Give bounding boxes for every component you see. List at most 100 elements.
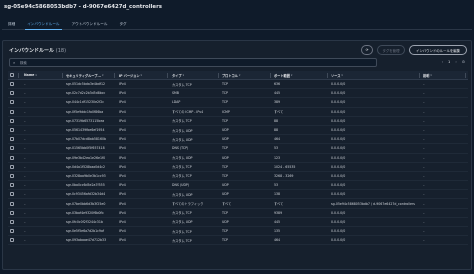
cell-rule-id[interactable]: sgr-02c7d2c2b3d5d8bcc: [66, 89, 116, 97]
tab-inbound-rules[interactable]: インバウンドルール: [25, 19, 62, 30]
table-row[interactable]: – sgr-0fc0c0f2f3244c31b IPv4 カスタム UDP UDP 445…: [8, 218, 468, 227]
cell-port-range: 53: [274, 146, 279, 151]
search-field[interactable]: ⌕: [9, 58, 377, 67]
cell-rule-id[interactable]: sgr-0f5e9ddc1fa0f86ba: [66, 108, 116, 116]
column-header-label: IP バージョン: [119, 73, 140, 78]
refresh-button[interactable]: ⟳: [361, 45, 373, 55]
page-number[interactable]: 1: [448, 60, 450, 64]
cell-type: カスタム UDP: [172, 192, 193, 197]
row-checkbox[interactable]: [10, 100, 14, 105]
cell-description: –: [423, 229, 425, 234]
column-header-label: 説明: [423, 73, 430, 78]
cell-protocol: TCP: [222, 118, 228, 123]
cell-rule-id[interactable]: sgr-0e5f5e6a7d2b1c9af: [66, 227, 116, 235]
refresh-icon: ⟳: [365, 48, 369, 52]
tab-outbound-rules[interactable]: アウトバウンドルール: [72, 19, 108, 29]
tab-details[interactable]: 詳細: [8, 19, 15, 29]
column-header-source[interactable]: ソース ▾: [331, 71, 421, 79]
cell-name: –: [24, 219, 26, 224]
edit-inbound-rules-button[interactable]: インバウンドのルールを編集: [409, 45, 467, 55]
select-all-checkbox[interactable]: [10, 73, 14, 77]
cell-type: LDAP: [172, 100, 181, 105]
column-header-type[interactable]: タイプ ▾: [172, 71, 220, 79]
row-checkbox[interactable]: [10, 238, 14, 243]
table-row[interactable]: – sgr-044c1df15230e2f2c IPv4 LDAP TCP 389 0.0.…: [8, 98, 468, 108]
column-header-rule-id[interactable]: セキュリティグループ... ▾: [66, 71, 116, 79]
row-checkbox[interactable]: [10, 137, 14, 142]
row-checkbox[interactable]: [10, 183, 14, 188]
cell-protocol: TCP: [222, 173, 228, 178]
table-row[interactable]: – sgr-0f5e9ddc1fa0f86ba IPv4 すべての ICMP - IP…: [8, 108, 468, 117]
cell-rule-id[interactable]: sgr-07319b6573115bea: [66, 117, 116, 125]
table-row[interactable]: – sgr-0e5f5e6a7d2b1c9af IPv4 カスタム TCP TCP 135…: [8, 227, 468, 237]
prev-page-icon[interactable]: ‹: [442, 60, 443, 64]
row-checkbox[interactable]: [10, 173, 14, 178]
search-input[interactable]: [20, 60, 360, 66]
row-checkbox[interactable]: [10, 146, 14, 151]
column-header-port-range[interactable]: ポート範囲 ▾: [274, 71, 329, 79]
cell-rule-id[interactable]: sgr-0fc0c0f2f3244c31b: [66, 218, 116, 226]
cell-rule-id[interactable]: sgr-044c1df15230e2f2c: [66, 98, 116, 106]
cell-rule-id[interactable]: sgr-01565bb0f5f657418: [66, 144, 116, 152]
cell-description: –: [423, 109, 425, 114]
manage-tags-button[interactable]: タグを管理: [377, 45, 405, 55]
table-row[interactable]: – sgr-051dc5bda3e4bdf12 IPv4 カスタム TCP TCP 636…: [8, 80, 468, 90]
cell-rule-id[interactable]: sgr-07be0bb6d3b3f25e0: [66, 199, 116, 207]
cell-source: 0.0.0.0/0: [331, 91, 346, 96]
row-checkbox[interactable]: [10, 82, 14, 87]
table-row[interactable]: – sgr-093abaae47d712b33 IPv4 カスタム TCP TCP 464…: [8, 236, 468, 246]
cell-rule-id[interactable]: sgr-093abaae47d712b33: [66, 236, 116, 244]
cell-type: すべての ICMP - IPv4: [172, 110, 204, 115]
row-checkbox[interactable]: [10, 192, 14, 197]
row-checkbox[interactable]: [10, 201, 14, 206]
table-row[interactable]: – sgr-0328aa9b0e3b1cc93 IPv4 カスタム TCP TCP 326…: [8, 172, 468, 182]
row-checkbox[interactable]: [10, 219, 14, 224]
cell-rule-id[interactable]: sgr-0328aa9b0e3b1cc93: [66, 172, 116, 180]
row-checkbox[interactable]: [10, 128, 14, 133]
table-row[interactable]: – sgr-0c93456afd32b34d4 IPv4 カスタム UDP UDP 138…: [8, 190, 468, 200]
cell-rule-id[interactable]: sgr-0ba0cc6d5e2a7f555: [66, 181, 116, 189]
tab-tags[interactable]: タグ: [119, 19, 126, 29]
cell-rule-id[interactable]: sgr-0d4a1f528baa0d4c2: [66, 163, 116, 171]
row-checkbox[interactable]: [10, 155, 14, 160]
cell-rule-id[interactable]: sgr-07b07dcd8ab58160b: [66, 135, 116, 143]
table-row[interactable]: – sgr-07319b6573115bea IPv4 カスタム TCP TCP 88 0.…: [8, 117, 468, 126]
cell-source: 0.0.0.0/0: [331, 128, 346, 133]
cell-rule-id[interactable]: sgr-051dc5bda3e4bdf12: [66, 80, 116, 88]
cell-rule-id[interactable]: sgr-09e3b42ea1e26e1f0: [66, 154, 116, 162]
column-header-name[interactable]: Name ▾: [24, 71, 64, 79]
cell-description: –: [423, 91, 425, 96]
cell-protocol: TCP: [222, 210, 228, 215]
table-row[interactable]: – sgr-07be0bb6d3b3f25e0 IPv4 すべてのトラフィック すべて す…: [8, 199, 468, 209]
table-row[interactable]: – sgr-0ba0cc6d5e2a7f555 IPv4 DNS (UDP) UDP 53…: [8, 181, 468, 191]
settings-gear-icon[interactable]: ⚙: [462, 60, 465, 64]
row-checkbox[interactable]: [10, 91, 14, 96]
cell-type: カスタム TCP: [172, 229, 192, 234]
rules-table: Name ▾ セキュリティグループ... ▾ IP バージョン ▾ タイプ ▾ プロトコル ▾ ポー…: [8, 71, 468, 246]
row-select-cell: [10, 218, 20, 226]
cell-protocol: TCP: [222, 146, 228, 151]
row-checkbox[interactable]: [10, 118, 14, 123]
row-select-cell: [10, 172, 20, 180]
table-row[interactable]: – sgr-02c7d2c2b3d5d8bcc IPv4 SMB TCP 445 0.0.0…: [8, 89, 468, 99]
table-row[interactable]: – sgr-01565bb0f5f657418 IPv4 DNS (TCP) TCP 53…: [8, 144, 468, 154]
column-header-description[interactable]: 説明 ▾: [423, 71, 467, 79]
row-checkbox[interactable]: [10, 229, 14, 234]
cell-rule-id[interactable]: sgr-0c93456afd32b34d4: [66, 190, 116, 198]
row-checkbox[interactable]: [10, 210, 14, 215]
table-row[interactable]: – sgr-09e3b42ea1e26e1f0 IPv4 カスタム UDP UDP 123…: [8, 154, 468, 163]
cell-protocol: UDP: [222, 155, 229, 160]
cell-rule-id[interactable]: sgr-03baf4e9320f6b0fb: [66, 209, 116, 217]
table-row[interactable]: – sgr-0561439fbe6ef1954 IPv4 カスタム UDP UDP 88 0…: [8, 126, 468, 136]
cell-rule-id[interactable]: sgr-0561439fbe6ef1954: [66, 126, 116, 134]
row-checkbox[interactable]: [10, 164, 14, 169]
table-row[interactable]: – sgr-07b07dcd8ab58160b IPv4 カスタム UDP UDP 464…: [8, 135, 468, 145]
column-header-protocol[interactable]: プロトコル ▾: [222, 71, 272, 79]
column-header-ip-version[interactable]: IP バージョン ▾: [119, 71, 169, 79]
next-page-icon[interactable]: ›: [455, 60, 456, 64]
sort-icon: ▾: [341, 73, 343, 77]
table-row[interactable]: – sgr-0d4a1f528baa0d4c2 IPv4 カスタム TCP TCP 102…: [8, 163, 468, 172]
table-row[interactable]: – sgr-03baf4e9320f6b0fb IPv4 カスタム TCP TCP 938…: [8, 209, 468, 218]
cell-source: 0.0.0.0/0: [331, 219, 346, 224]
row-checkbox[interactable]: [10, 109, 14, 114]
